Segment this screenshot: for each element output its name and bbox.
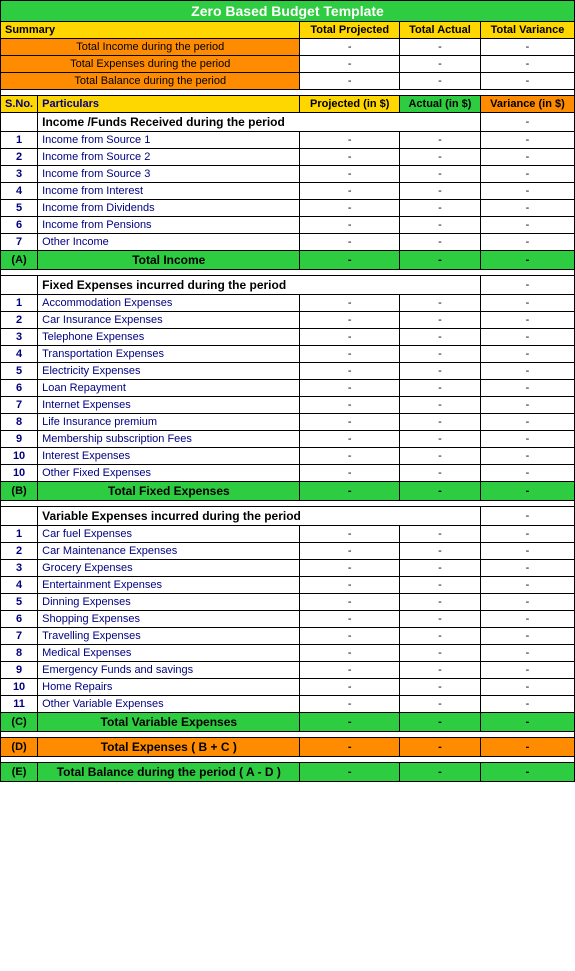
- summary-header: Summary: [1, 22, 300, 39]
- summary-row2-label: Total Expenses during the period: [1, 56, 300, 73]
- income-label-1: Income from Source 1: [38, 132, 300, 149]
- budget-table: Zero Based Budget Template Summary Total…: [0, 0, 575, 782]
- col-projected: Projected (in $): [300, 96, 400, 113]
- summary-row3-v3: -: [480, 73, 574, 90]
- variable-section-label: Variable Expenses incurred during the pe…: [38, 507, 481, 526]
- summary-row3-label: Total Balance during the period: [1, 73, 300, 90]
- fixed-item-7: 7 Internet Expenses - - -: [1, 397, 575, 414]
- total-income-row: (A) Total Income - - -: [1, 251, 575, 270]
- fixed-section-label: Fixed Expenses incurred during the perio…: [38, 276, 481, 295]
- col-variance: Variance (in $): [480, 96, 574, 113]
- income-item-5: 5 Income from Dividends - - -: [1, 200, 575, 217]
- total-balance-row: (E) Total Balance during the period ( A …: [1, 763, 575, 782]
- income-section-header: Income /Funds Received during the period…: [1, 113, 575, 132]
- variable-item-3: 3 Grocery Expenses - - -: [1, 560, 575, 577]
- income-no-2: 2: [1, 149, 38, 166]
- summary-row-1: Total Income during the period - - -: [1, 39, 575, 56]
- summary-row-3: Total Balance during the period - - -: [1, 73, 575, 90]
- summary-row1-v3: -: [480, 39, 574, 56]
- income-a-1: -: [400, 132, 481, 149]
- fixed-section-header: Fixed Expenses incurred during the perio…: [1, 276, 575, 295]
- variable-item-5: 5 Dinning Expenses - - -: [1, 594, 575, 611]
- income-item-1: 1 Income from Source 1 - - -: [1, 132, 575, 149]
- income-section-label: Income /Funds Received during the period: [38, 113, 481, 132]
- fixed-item-3: 3 Telephone Expenses - - -: [1, 329, 575, 346]
- income-section-no: [1, 113, 38, 132]
- income-item-7: 7 Other Income - - -: [1, 234, 575, 251]
- variable-item-4: 4 Entertainment Expenses - - -: [1, 577, 575, 594]
- income-item-2: 2 Income from Source 2 - - -: [1, 149, 575, 166]
- income-no-1: 1: [1, 132, 38, 149]
- summary-row1-v2: -: [400, 39, 481, 56]
- col-particulars: Particulars: [38, 96, 300, 113]
- fixed-item-8: 8 Life Insurance premium - - -: [1, 414, 575, 431]
- summary-row-2: Total Expenses during the period - - -: [1, 56, 575, 73]
- income-v-1: -: [480, 132, 574, 149]
- variable-item-9: 9 Emergency Funds and savings - - -: [1, 662, 575, 679]
- income-item-4: 4 Income from Interest - - -: [1, 183, 575, 200]
- summary-col3: Total Variance: [480, 22, 574, 39]
- variable-item-6: 6 Shopping Expenses - - -: [1, 611, 575, 628]
- summary-col1: Total Projected: [300, 22, 400, 39]
- income-total-label: Total Income: [38, 251, 300, 270]
- summary-row2-v3: -: [480, 56, 574, 73]
- col-sno: S.No.: [1, 96, 38, 113]
- fixed-item-1: 1 Accommodation Expenses - - -: [1, 295, 575, 312]
- income-section-dash: -: [480, 113, 574, 132]
- column-header-row: S.No. Particulars Projected (in $) Actua…: [1, 96, 575, 113]
- summary-header-row: Summary Total Projected Total Actual Tot…: [1, 22, 575, 39]
- col-actual: Actual (in $): [400, 96, 481, 113]
- fixed-item-6: 6 Loan Repayment - - -: [1, 380, 575, 397]
- summary-row1-v1: -: [300, 39, 400, 56]
- variable-item-10: 10 Home Repairs - - -: [1, 679, 575, 696]
- total-fixed-row: (B) Total Fixed Expenses - - -: [1, 482, 575, 501]
- income-p-1: -: [300, 132, 400, 149]
- variable-item-1: 1 Car fuel Expenses - - -: [1, 526, 575, 543]
- summary-row1-label: Total Income during the period: [1, 39, 300, 56]
- summary-row2-v2: -: [400, 56, 481, 73]
- fixed-item-9: 9 Membership subscription Fees - - -: [1, 431, 575, 448]
- income-item-6: 6 Income from Pensions - - -: [1, 217, 575, 234]
- income-item-3: 3 Income from Source 3 - - -: [1, 166, 575, 183]
- fixed-item-5: 5 Electricity Expenses - - -: [1, 363, 575, 380]
- fixed-item-10: 10 Interest Expenses - - -: [1, 448, 575, 465]
- summary-col2: Total Actual: [400, 22, 481, 39]
- variable-item-7: 7 Travelling Expenses - - -: [1, 628, 575, 645]
- summary-row3-v2: -: [400, 73, 481, 90]
- summary-row3-v1: -: [300, 73, 400, 90]
- total-variable-row: (C) Total Variable Expenses - - -: [1, 713, 575, 732]
- variable-item-11: 11 Other Variable Expenses - - -: [1, 696, 575, 713]
- variable-item-8: 8 Medical Expenses - - -: [1, 645, 575, 662]
- page-title: Zero Based Budget Template: [1, 1, 575, 22]
- summary-row2-v1: -: [300, 56, 400, 73]
- fixed-item-2: 2 Car Insurance Expenses - - -: [1, 312, 575, 329]
- fixed-item-11: 10 Other Fixed Expenses - - -: [1, 465, 575, 482]
- total-expenses-row: (D) Total Expenses ( B + C ) - - -: [1, 738, 575, 757]
- title-row: Zero Based Budget Template: [1, 1, 575, 22]
- variable-section-header: Variable Expenses incurred during the pe…: [1, 507, 575, 526]
- income-label-2: Income from Source 2: [38, 149, 300, 166]
- fixed-item-4: 4 Transportation Expenses - - -: [1, 346, 575, 363]
- variable-item-2: 2 Car Maintenance Expenses - - -: [1, 543, 575, 560]
- income-total-id: (A): [1, 251, 38, 270]
